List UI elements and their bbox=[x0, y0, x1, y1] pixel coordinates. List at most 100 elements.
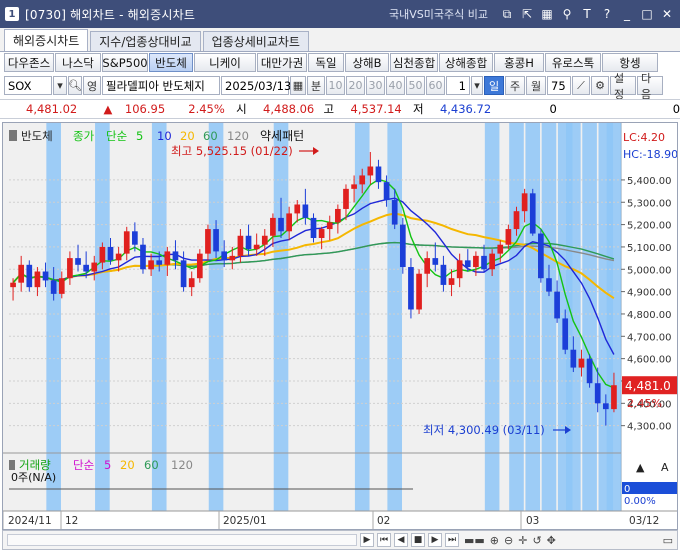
scroll-next-icon[interactable]: ▶ bbox=[428, 533, 442, 547]
chart-panel[interactable]: 5,400.00 5,300.00 5,200.00 5,100.00 5,000.00… bbox=[2, 122, 678, 530]
maximize-icon[interactable]: □ bbox=[640, 7, 654, 21]
minute-button[interactable]: 분 bbox=[307, 76, 325, 95]
scroll-last-icon[interactable]: ⏭ bbox=[445, 533, 459, 547]
candle-body-4 bbox=[42, 271, 49, 281]
font-icon[interactable]: T bbox=[580, 7, 594, 21]
period-10-button[interactable]: 10 bbox=[326, 76, 345, 95]
cursor-icon[interactable]: ✛ bbox=[518, 534, 527, 547]
zoom-out-icon[interactable]: ⊖ bbox=[504, 534, 513, 547]
candle-body-55 bbox=[456, 260, 463, 279]
candle-body-9 bbox=[83, 264, 89, 272]
market-button-row: 다우존스 나스닥 S&P500 반도체 니케이 대만가권 독일 상해B 심천종합 상해종합 홍콩H 유… bbox=[0, 53, 680, 73]
candle-body-54 bbox=[448, 278, 455, 285]
zoom-in-icon[interactable]: ⊕ bbox=[490, 534, 499, 547]
market-button-7[interactable]: 상해B bbox=[345, 53, 389, 72]
chart-scrollbar: ▶ ⏮ ◀ ■ ▶ ⏭ ▬▬ ⊕ ⊖ ✛ ↺ ✥ ▭ bbox=[2, 530, 678, 550]
high-annotation: 최고 5,525.15 (01/22) bbox=[171, 144, 293, 158]
scroll-play-icon[interactable]: ▶ bbox=[360, 533, 374, 547]
market-button-6[interactable]: 독일 bbox=[308, 53, 344, 72]
volume-axis-marker bbox=[622, 482, 677, 494]
day-button[interactable]: 일 bbox=[484, 76, 504, 95]
market-button-10[interactable]: 홍콩H bbox=[494, 53, 544, 72]
count-input[interactable]: 75 bbox=[547, 76, 571, 95]
symbol-input[interactable]: SOX bbox=[4, 76, 52, 95]
market-button-1[interactable]: 나스닥 bbox=[55, 53, 101, 72]
market-button-2[interactable]: S&P500 bbox=[102, 53, 148, 72]
reset-icon[interactable]: ↺ bbox=[532, 534, 541, 547]
period-40-button[interactable]: 40 bbox=[386, 76, 405, 95]
interval-dropdown-icon[interactable]: ▾ bbox=[471, 76, 483, 95]
pin-icon[interactable]: ⚲ bbox=[560, 7, 574, 21]
candle-body-64 bbox=[529, 193, 536, 234]
period-60-button[interactable]: 60 bbox=[426, 76, 445, 95]
close-icon[interactable]: ✕ bbox=[660, 7, 674, 21]
interval-input[interactable]: 1 bbox=[446, 76, 470, 95]
period-30-button[interactable]: 30 bbox=[366, 76, 385, 95]
link-icon[interactable]: ⧉ bbox=[500, 7, 514, 22]
candle-body-3 bbox=[34, 271, 41, 288]
period-20-button[interactable]: 20 bbox=[346, 76, 365, 95]
scroll-prev-icon[interactable]: ◀ bbox=[394, 533, 408, 547]
settings-button[interactable]: 설정 bbox=[610, 72, 636, 101]
symbol-dropdown-icon[interactable]: ▾ bbox=[53, 76, 67, 95]
legend-ma-120: 120 bbox=[227, 129, 249, 143]
price-change: 106.95 bbox=[124, 102, 166, 116]
candle-body-68 bbox=[562, 318, 569, 350]
candle-body-10 bbox=[91, 262, 98, 272]
next-button[interactable]: 다음 bbox=[637, 72, 663, 101]
screen-icon[interactable]: ▭ bbox=[663, 534, 673, 547]
price-chart[interactable]: 5,400.00 5,300.00 5,200.00 5,100.00 5,000.00… bbox=[3, 123, 678, 530]
candle-body-61 bbox=[505, 229, 512, 245]
tab-overseas-chart[interactable]: 해외증시차트 bbox=[4, 29, 89, 51]
scroll-stop-icon[interactable]: ■ bbox=[411, 533, 425, 547]
market-button-3[interactable]: 반도체 bbox=[149, 53, 193, 72]
candle-body-73 bbox=[602, 403, 609, 410]
current-price-label: 4,481.0 bbox=[625, 379, 671, 393]
candle-body-39 bbox=[326, 222, 333, 230]
tab-relative-compare[interactable]: 지수/업종상대비교 bbox=[90, 31, 201, 51]
price-change-pct: 2.45% bbox=[188, 102, 225, 116]
month-button[interactable]: 월 bbox=[526, 76, 546, 95]
volume-label: 거래량 bbox=[19, 458, 51, 472]
tab-sector-detail[interactable]: 업종상세비교차트 bbox=[202, 31, 309, 51]
candle-body-13 bbox=[115, 253, 122, 261]
week-button[interactable]: 주 bbox=[505, 76, 525, 95]
candle-body-67 bbox=[554, 291, 560, 319]
candle-body-52 bbox=[432, 258, 439, 265]
pan-icon[interactable]: ✥ bbox=[547, 534, 556, 547]
market-button-4[interactable]: 니케이 bbox=[194, 53, 256, 72]
line-tool-icon[interactable]: ⟋ bbox=[572, 76, 590, 95]
lc-label: LC:4.20 bbox=[623, 131, 665, 144]
axis-tick-label-3: 5,100.00 bbox=[627, 243, 672, 254]
candle-body-45 bbox=[375, 166, 382, 183]
language-button[interactable]: 영 bbox=[83, 76, 101, 95]
candle-body-37 bbox=[310, 217, 317, 238]
gear-icon[interactable]: ⚙ bbox=[591, 76, 609, 95]
candle-body-50 bbox=[416, 273, 422, 310]
current-pct-label: 2.45% bbox=[627, 397, 662, 410]
legend-ma-10: 10 bbox=[157, 129, 172, 143]
candle-body-57 bbox=[473, 255, 479, 268]
market-button-0[interactable]: 다우존스 bbox=[4, 53, 54, 72]
market-button-8[interactable]: 심천종합 bbox=[390, 53, 438, 72]
candle-body-66 bbox=[546, 278, 552, 292]
date-input[interactable]: 2025/03/13 bbox=[221, 76, 291, 95]
candle-body-69 bbox=[570, 349, 577, 368]
popout-icon[interactable]: ⇱ bbox=[520, 7, 534, 21]
help-icon[interactable]: ? bbox=[600, 7, 614, 21]
zoom-bar-icon[interactable]: ▬▬ bbox=[464, 534, 485, 547]
quote-row: 4,481.02 ▲ 106.95 2.45% 시 4,488.06 고 4,5… bbox=[0, 99, 680, 119]
scroll-first-icon[interactable]: ⏮ bbox=[377, 533, 391, 547]
calendar-icon[interactable]: ▦ bbox=[290, 76, 306, 95]
minimize-icon[interactable]: _ bbox=[620, 7, 634, 21]
market-button-5[interactable]: 대만가권 bbox=[257, 53, 307, 72]
scroll-track[interactable] bbox=[7, 534, 357, 546]
axis-tick-label-0: 5,400.00 bbox=[627, 176, 672, 187]
market-button-9[interactable]: 상해종합 bbox=[439, 53, 493, 72]
grid-icon[interactable]: ▦ bbox=[540, 7, 554, 21]
market-button-11[interactable]: 유로스톡 bbox=[545, 53, 601, 72]
candle-body-15 bbox=[132, 231, 138, 245]
compare-button[interactable]: 국내VS미국주식 비교 bbox=[389, 6, 488, 22]
period-50-button[interactable]: 50 bbox=[406, 76, 425, 95]
search-icon[interactable]: 🔍︎ bbox=[68, 76, 82, 95]
